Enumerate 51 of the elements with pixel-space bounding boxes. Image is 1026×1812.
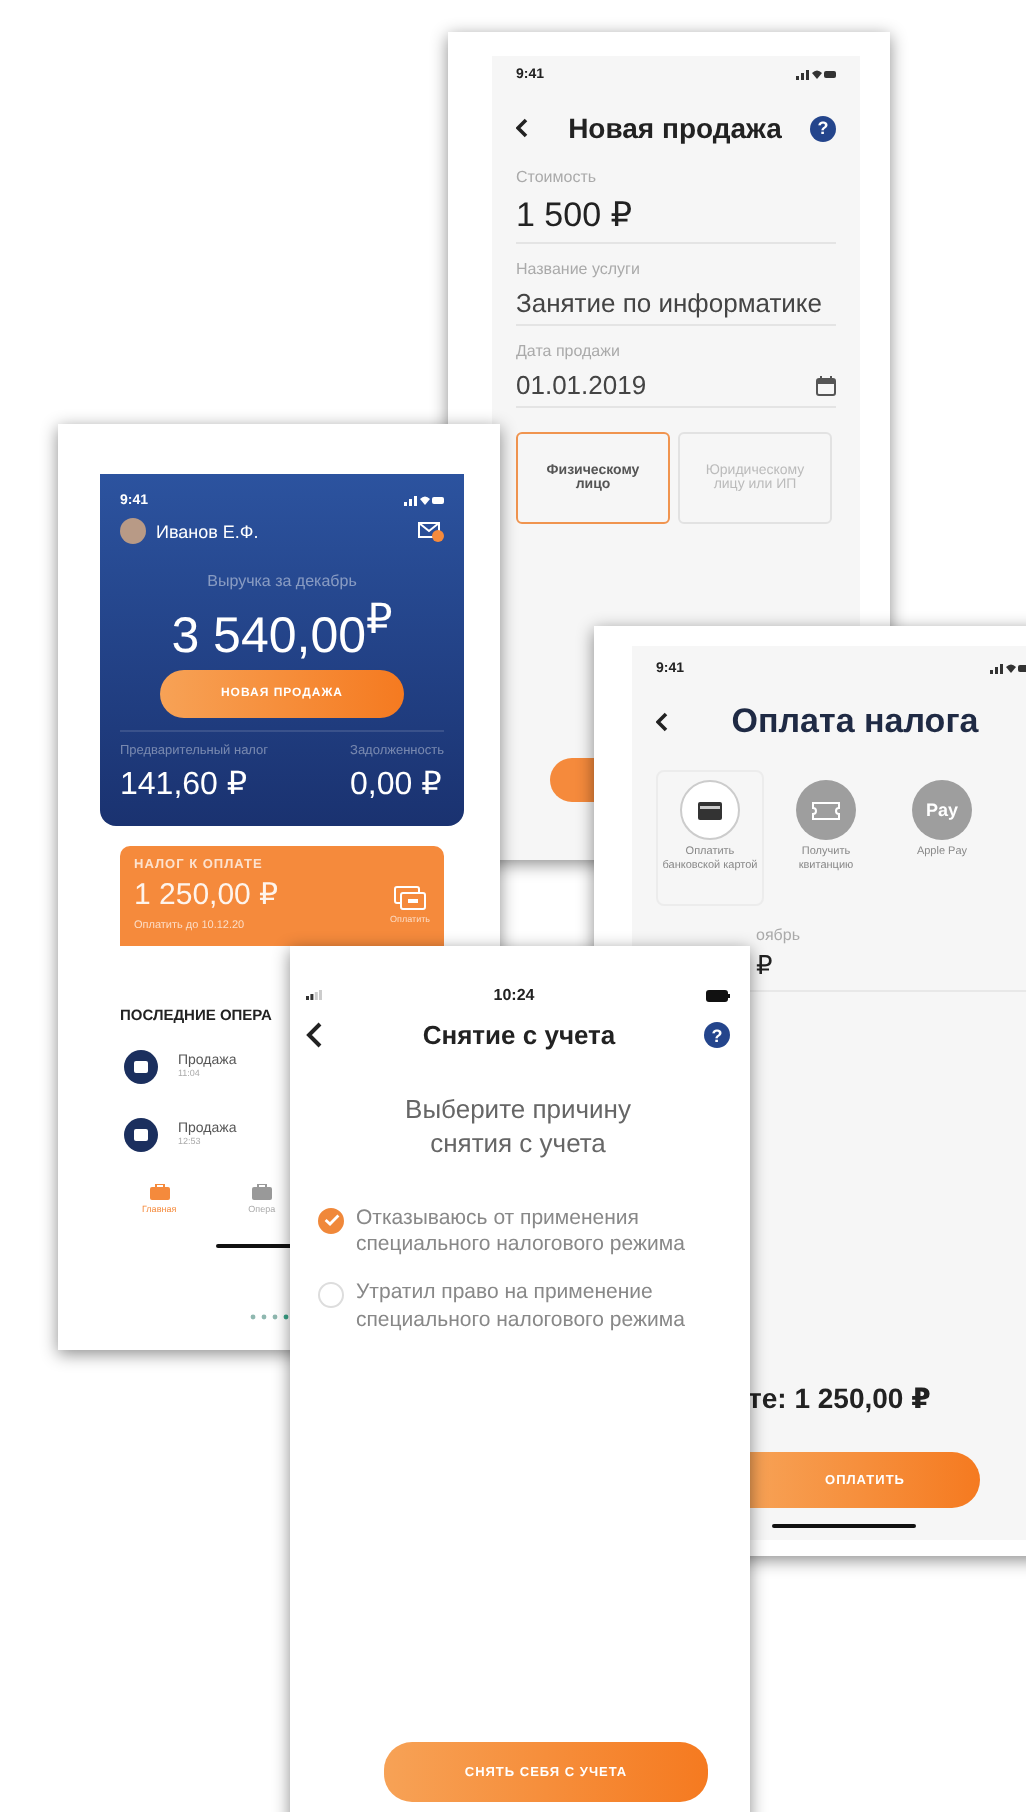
back-icon[interactable] — [306, 1022, 322, 1048]
reason-label: Утратил право на применение специального налогового режима — [356, 1280, 687, 1335]
status-bar-icon — [404, 494, 444, 506]
help-button[interactable]: ? — [810, 115, 836, 141]
field-label: Название услуги — [516, 260, 642, 278]
reason-option[interactable]: Отказываюсь от применения специального налогового режима — [318, 1205, 730, 1261]
field-value: Занятие по информатике — [516, 288, 822, 318]
status-bar-icon — [796, 68, 836, 80]
battery-icon — [706, 989, 730, 1001]
briefcase-icon — [149, 1184, 170, 1200]
calendar-icon[interactable] — [816, 375, 836, 395]
continue-button[interactable] — [550, 758, 594, 802]
help-button[interactable]: ? — [704, 1022, 730, 1048]
stat-value: 141,60 ₽ — [120, 766, 250, 805]
revenue-amount: 3 540,00$^{₽}$ — [169, 596, 395, 667]
form-field[interactable]: Название услуги Занятие по информатике — [516, 260, 836, 326]
wallet-icon — [124, 1117, 158, 1151]
reason-option[interactable]: Утратил право на применение специального налогового режима — [318, 1280, 730, 1335]
briefcase-icon — [251, 1184, 272, 1200]
status-time: 10:24 — [493, 986, 535, 1004]
pay-label: Pay — [925, 800, 958, 820]
back-icon[interactable] — [516, 118, 528, 138]
revenue-label: Выручка за декабрь — [205, 572, 359, 590]
reason-label: Отказываюсь от применения специального налогового режима — [356, 1205, 687, 1261]
checkmark-icon — [323, 1214, 339, 1227]
field-value: 1 500 ₽ — [516, 196, 633, 236]
signal-icon — [306, 990, 322, 1000]
user-name: Иванов Е.Ф. — [156, 521, 261, 541]
total-amount: те: 1 250,00 ₽ — [746, 1382, 933, 1416]
field-value: 01.01.2019 — [516, 370, 647, 400]
page-indicator — [250, 1314, 290, 1320]
wallet-icon — [124, 1049, 158, 1083]
form-field[interactable]: Дата продажи 01.01.2019 — [516, 342, 836, 408]
avatar[interactable] — [120, 518, 146, 544]
form-field[interactable]: Стоимость 1 500 ₽ — [516, 168, 836, 244]
screen-title: Новая продажа — [566, 112, 784, 144]
field-label: Дата продажи — [516, 342, 622, 360]
radio-button[interactable] — [318, 1207, 344, 1234]
screen-title: Оплата налога — [729, 702, 981, 742]
status-bar-icon — [990, 662, 1026, 674]
card-icon — [698, 801, 722, 819]
prompt-text: Выберите причину снятия с учета — [403, 1094, 633, 1162]
screen-title: Снятие с учета — [420, 1020, 618, 1050]
tax-amount-value: ₽ — [756, 950, 775, 982]
field-label: Стоимость — [516, 168, 599, 186]
envelope-icon[interactable] — [418, 521, 444, 541]
ticket-icon — [812, 801, 840, 819]
tax-amount: 1 250,00 ₽ — [134, 876, 279, 912]
back-icon[interactable] — [656, 712, 668, 732]
period-label: оябрь — [756, 926, 802, 944]
stat-value: 0,00 ₽ — [350, 766, 444, 805]
